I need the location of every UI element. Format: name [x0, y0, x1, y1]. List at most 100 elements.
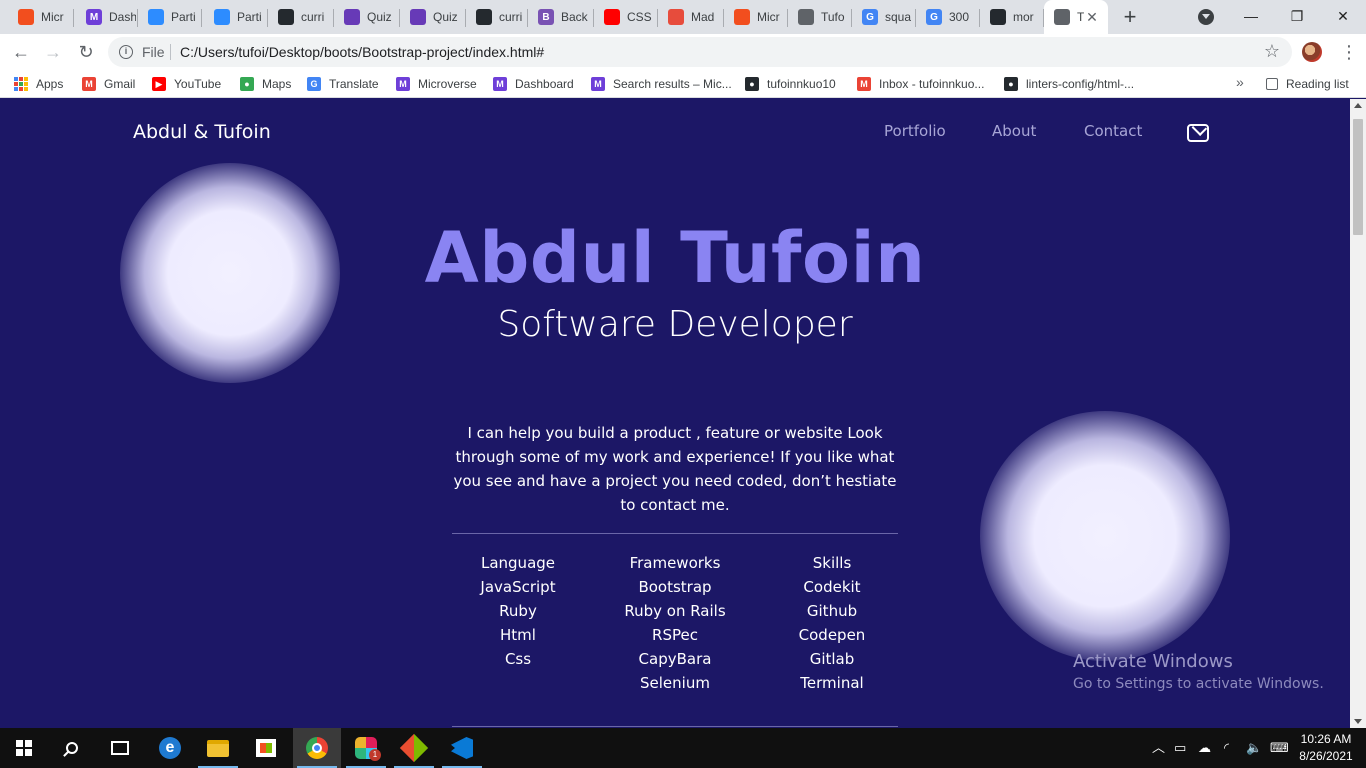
- tab-search-icon[interactable]: [1198, 9, 1214, 25]
- bookmark-label: Dashboard: [515, 77, 574, 91]
- tab-favicon-icon: [18, 9, 34, 25]
- bookmark-item[interactable]: ● Maps: [240, 75, 291, 93]
- browser-tab[interactable]: CSS: [594, 4, 656, 30]
- search-button[interactable]: [48, 728, 96, 768]
- chrome-taskbar-button[interactable]: [293, 728, 341, 768]
- store-taskbar-button[interactable]: [242, 728, 290, 768]
- browser-tab[interactable]: B Back: [528, 4, 592, 30]
- slack-taskbar-button[interactable]: 1: [342, 728, 390, 768]
- scroll-thumb[interactable]: [1353, 119, 1363, 235]
- tab-title: Back: [561, 10, 588, 24]
- address-bar[interactable]: i File C:/Users/tufoi/Desktop/boots/Boot…: [108, 37, 1292, 67]
- browser-tab[interactable]: Tufo: [788, 4, 850, 30]
- nav-portfolio-link[interactable]: Portfolio: [884, 122, 946, 140]
- wifi-icon[interactable]: ◜: [1224, 728, 1229, 768]
- keyboard-icon[interactable]: ⌨: [1270, 728, 1289, 768]
- bookmark-label: tufoinnkuo10: [767, 77, 836, 91]
- tab-title: CSS: [627, 10, 652, 24]
- vscode-taskbar-button[interactable]: [438, 728, 486, 768]
- new-tab-button[interactable]: +: [1118, 5, 1142, 29]
- url-text[interactable]: C:/Users/tufoi/Desktop/boots/Bootstrap-p…: [180, 44, 544, 60]
- system-clock[interactable]: 10:26 AM 8/26/2021: [1296, 731, 1356, 765]
- clock-time: 10:26 AM: [1300, 732, 1352, 746]
- profile-avatar[interactable]: [1302, 42, 1322, 62]
- reload-icon[interactable]: ↻: [76, 42, 96, 62]
- close-tab-icon[interactable]: ✕: [1084, 9, 1100, 25]
- browser-menu-icon[interactable]: ⋮: [1340, 42, 1358, 62]
- browser-tab[interactable]: Parti: [138, 4, 200, 30]
- github-icon: ●: [1004, 77, 1018, 91]
- close-window-button[interactable]: ✕: [1320, 4, 1366, 28]
- browser-tab[interactable]: M Dash: [76, 4, 136, 30]
- tab-title: 300: [949, 10, 970, 24]
- list-item: Gitlab: [809, 650, 855, 668]
- nav-about-link[interactable]: About: [992, 122, 1036, 140]
- bookmark-item[interactable]: M Gmail: [82, 75, 135, 93]
- browser-tab[interactable]: mor: [980, 4, 1042, 30]
- microverse-icon: M: [493, 77, 507, 91]
- browser-tab[interactable]: curri: [466, 4, 526, 30]
- brand-logo[interactable]: Abdul & Tufoin: [133, 121, 271, 143]
- list-item: Bootstrap: [638, 578, 712, 596]
- divider: [452, 726, 898, 727]
- volume-icon[interactable]: 🔈: [1246, 728, 1262, 768]
- tab-title: Mad: [691, 10, 715, 24]
- browser-tab[interactable]: T ✕: [1044, 0, 1108, 34]
- bookmark-star-icon[interactable]: ☆: [1264, 41, 1280, 62]
- gmail-icon: M: [857, 77, 871, 91]
- page-scrollbar[interactable]: [1350, 99, 1366, 728]
- edge-taskbar-button[interactable]: e: [146, 728, 194, 768]
- bookmark-label: Search results – Mic...: [613, 77, 732, 91]
- tab-favicon-icon: M: [86, 9, 102, 25]
- back-arrow-icon[interactable]: ←: [11, 42, 31, 62]
- maximize-button[interactable]: ❐: [1274, 4, 1320, 28]
- browser-tab[interactable]: Quiz: [400, 4, 464, 30]
- tab-title: Tufo: [821, 10, 845, 24]
- bookmark-item[interactable]: M Search results – Mic...: [591, 75, 732, 93]
- list-item: Css: [504, 650, 532, 668]
- task-view-button[interactable]: [96, 728, 144, 768]
- browser-tab[interactable]: curri: [268, 4, 332, 30]
- mail-icon[interactable]: [1187, 124, 1209, 142]
- start-button[interactable]: [0, 728, 48, 768]
- omnibox-divider: [170, 44, 171, 60]
- browser-tab[interactable]: Micr: [724, 4, 786, 30]
- bookmark-item[interactable]: ● tufoinnkuo10: [745, 75, 836, 93]
- info-icon[interactable]: i: [119, 45, 133, 59]
- browser-tab[interactable]: Micr: [8, 4, 72, 30]
- bookmark-item[interactable]: Apps: [14, 75, 63, 93]
- bookmarks-overflow-chevron-icon[interactable]: »: [1236, 74, 1244, 90]
- bookmark-item[interactable]: G Translate: [307, 75, 379, 93]
- nav-contact-link[interactable]: Contact: [1084, 122, 1142, 140]
- tab-title: Micr: [41, 10, 64, 24]
- browser-tab[interactable]: Gsqua: [852, 4, 914, 30]
- reading-list-icon: [1266, 78, 1278, 90]
- reading-list-button[interactable]: Reading list: [1266, 75, 1349, 93]
- cloud-icon[interactable]: ☁: [1198, 728, 1211, 768]
- browser-tab[interactable]: Quiz: [334, 4, 398, 30]
- forward-arrow-icon[interactable]: →: [43, 42, 63, 62]
- browser-tab[interactable]: G 300: [916, 4, 978, 30]
- battery-icon[interactable]: ▭: [1174, 728, 1186, 768]
- show-hidden-icons-chevron-icon[interactable]: ︿: [1152, 728, 1165, 768]
- bookmark-item[interactable]: ● linters-config/html-...: [1004, 75, 1134, 93]
- list-item: Codekit: [803, 578, 861, 596]
- windows-logo-icon: [16, 740, 32, 756]
- file-explorer-taskbar-button[interactable]: [194, 728, 242, 768]
- bookmark-item[interactable]: M Microverse: [396, 75, 477, 93]
- browser-tab[interactable]: Mad: [658, 4, 722, 30]
- hero-role: Software Developer: [497, 304, 853, 345]
- tab-favicon-icon: [1054, 9, 1070, 25]
- microverse-icon: M: [591, 77, 605, 91]
- browser-tab[interactable]: Parti: [204, 4, 266, 30]
- browser-toolbar: ← → ↻ i File C:/Users/tufoi/Desktop/boot…: [0, 34, 1366, 70]
- bookmark-item[interactable]: M Inbox - tufoinnkuo...: [857, 75, 984, 93]
- scroll-down-arrow-icon[interactable]: [1354, 719, 1362, 724]
- bookmark-item[interactable]: ▶ YouTube: [152, 75, 221, 93]
- scroll-up-arrow-icon[interactable]: [1354, 103, 1362, 108]
- bookmark-item[interactable]: M Dashboard: [493, 75, 574, 93]
- gitkraken-taskbar-button[interactable]: [390, 728, 438, 768]
- tab-title: Parti: [237, 10, 262, 24]
- minimize-button[interactable]: —: [1228, 4, 1274, 28]
- intro-paragraph: I can help you build a product , feature…: [453, 424, 897, 514]
